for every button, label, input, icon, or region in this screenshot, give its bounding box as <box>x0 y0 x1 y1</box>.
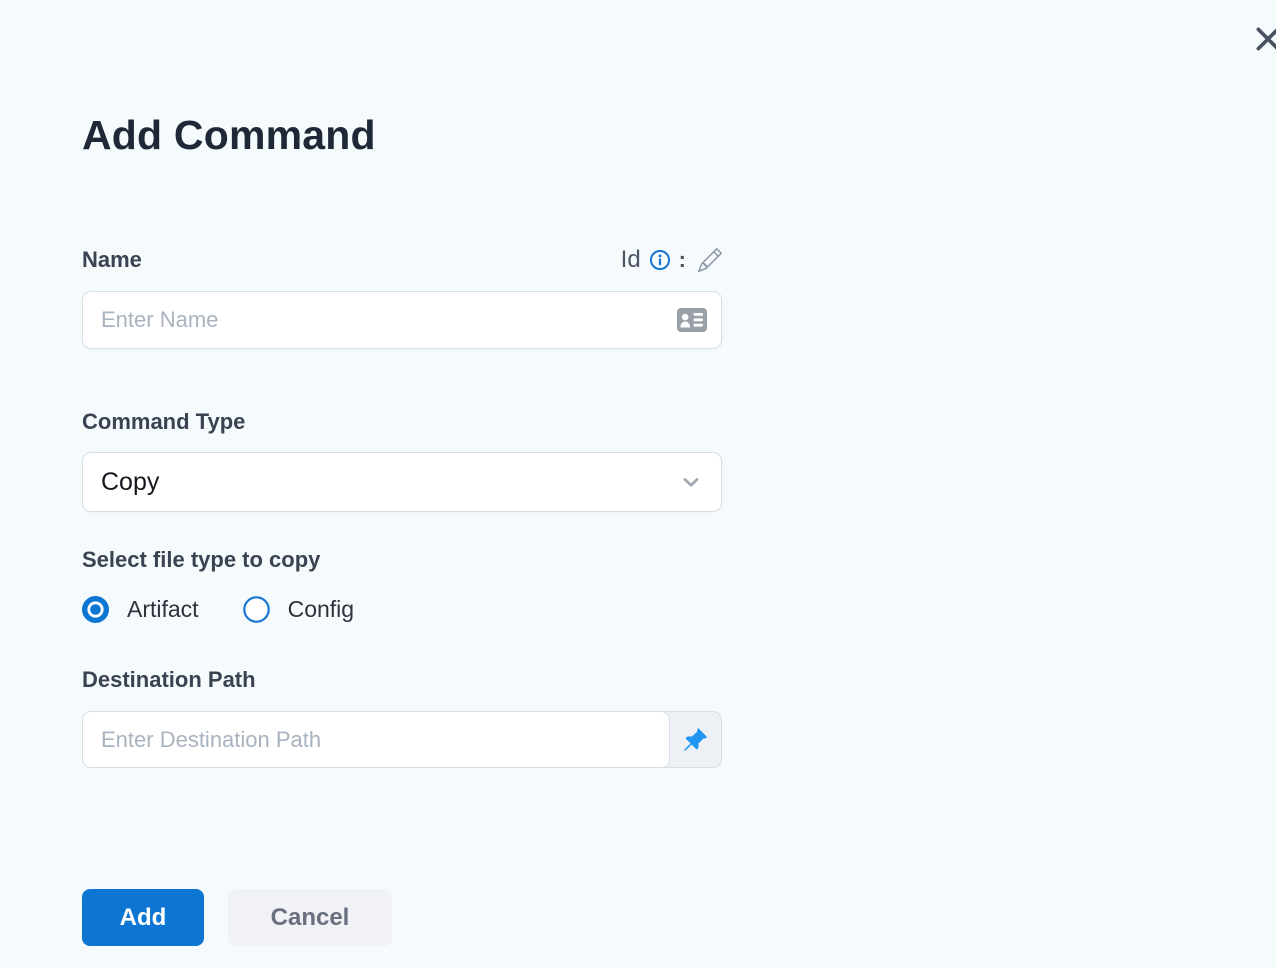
radio-selected-icon <box>82 596 109 623</box>
destination-path-input[interactable] <box>82 711 670 768</box>
add-command-modal: Add Command Name Id : Enter Name Command… <box>0 0 1276 968</box>
pushpin-icon[interactable] <box>668 712 721 767</box>
close-icon[interactable] <box>1251 22 1276 56</box>
cancel-button[interactable]: Cancel <box>228 889 392 946</box>
name-label: Name <box>82 247 142 272</box>
id-label: Id <box>620 246 641 273</box>
file-type-label: Select file type to copy <box>82 547 321 572</box>
radio-label: Config <box>287 596 355 622</box>
add-button[interactable]: Add <box>82 889 204 946</box>
pencil-icon[interactable] <box>698 248 722 272</box>
radio-option-config[interactable]: Config <box>242 596 355 623</box>
command-type-label: Command Type <box>82 409 246 434</box>
radio-option-artifact[interactable]: Artifact <box>82 596 199 623</box>
destination-path-group <box>82 711 722 768</box>
id-cluster: Id : <box>621 246 722 274</box>
radio-unselected-icon <box>242 596 270 623</box>
radio-label: Artifact <box>127 596 199 622</box>
actions-row: Add Cancel <box>82 889 392 946</box>
name-field-wrap <box>82 291 722 349</box>
command-type-select[interactable]: Copy <box>82 452 722 512</box>
destination-path-label: Destination Path <box>82 667 256 692</box>
command-type-value: Copy <box>101 467 160 496</box>
info-circle-icon[interactable] <box>649 249 671 271</box>
file-type-radio-group: Artifact Config <box>82 596 354 623</box>
contact-card-icon <box>677 308 707 337</box>
chevron-down-icon <box>679 470 703 494</box>
name-label-row: Name Id : <box>82 246 722 274</box>
page-title: Add Command <box>82 112 376 158</box>
name-input[interactable] <box>82 291 722 349</box>
id-colon: : <box>678 247 686 272</box>
